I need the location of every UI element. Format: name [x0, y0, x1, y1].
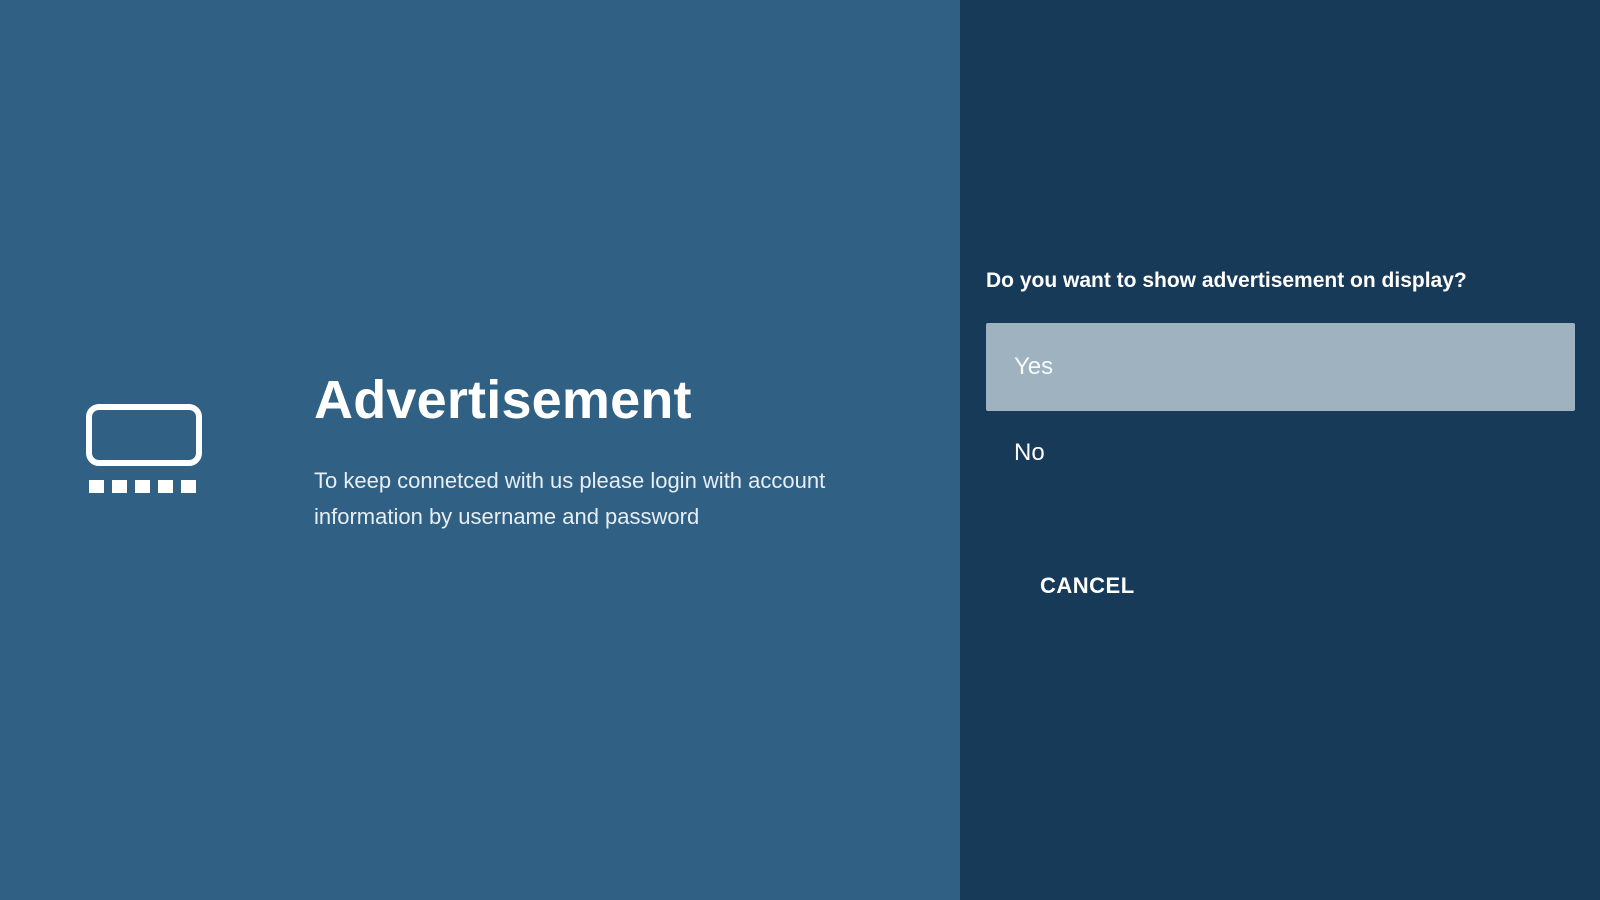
advertisement-settings-screen: Advertisement To keep connetced with us …: [0, 0, 1600, 900]
no-option[interactable]: No: [986, 409, 1575, 497]
display-screen-icon: [86, 404, 202, 493]
cancel-button[interactable]: CANCEL: [1024, 565, 1151, 607]
page-description: To keep connetced with us please login w…: [314, 468, 826, 529]
settings-info-panel: Advertisement To keep connetced with us …: [0, 0, 960, 900]
yes-option[interactable]: Yes: [986, 323, 1575, 411]
page-title: Advertisement: [314, 370, 692, 430]
dialog-question: Do you want to show advertisement on dis…: [986, 269, 1467, 292]
advertisement-choice-dialog: Do you want to show advertisement on dis…: [960, 0, 1600, 900]
